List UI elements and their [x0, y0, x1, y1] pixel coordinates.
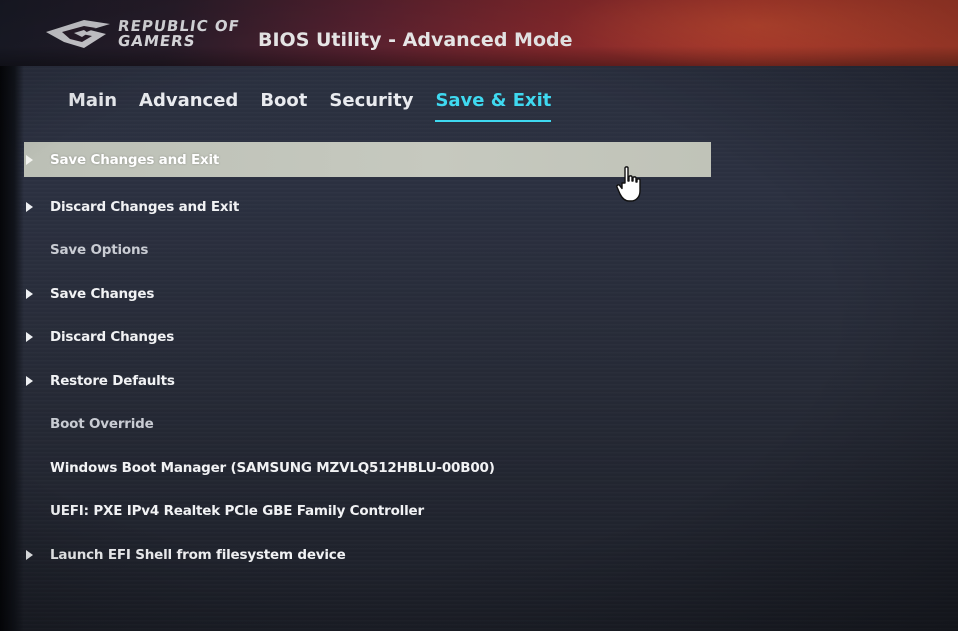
rog-eye-icon — [46, 20, 110, 48]
section-header-label: Boot Override — [50, 416, 154, 433]
menu-item-label: Save Changes — [50, 285, 155, 302]
app-title: BIOS Utility - Advanced Mode — [258, 29, 573, 51]
tab-main[interactable]: Main — [68, 90, 117, 122]
submenu-arrow-icon — [26, 201, 33, 212]
submenu-arrow-icon — [26, 549, 33, 560]
rog-logo: REPUBLIC OF GAMERS — [44, 14, 244, 56]
monitor-bezel — [0, 0, 24, 631]
submenu-arrow-icon — [26, 154, 33, 165]
section-header-save-options: Save Options — [24, 229, 711, 273]
boot-option-uefi-pxe[interactable]: UEFI: PXE IPv4 Realtek PCIe GBE Family C… — [24, 490, 711, 534]
section-header-boot-override: Boot Override — [24, 403, 711, 447]
bios-screen: REPUBLIC OF GAMERS BIOS Utility - Advanc… — [0, 0, 958, 631]
menu-item-save-changes-and-exit[interactable]: Save Changes and Exit — [24, 142, 711, 177]
menu-item-save-changes[interactable]: Save Changes — [24, 272, 711, 316]
menu-item-label: Launch EFI Shell from filesystem device — [50, 546, 346, 563]
menu-item-label: Restore Defaults — [50, 372, 175, 389]
hand-pointer-icon — [616, 166, 641, 202]
menu-item-label: Discard Changes — [50, 329, 175, 346]
submenu-arrow-icon — [26, 332, 33, 343]
tab-security[interactable]: Security — [329, 90, 413, 122]
section-header-label: Save Options — [50, 242, 149, 259]
tab-boot[interactable]: Boot — [260, 90, 307, 122]
menu-item-label: Save Changes and Exit — [50, 151, 220, 168]
submenu-arrow-icon — [26, 375, 33, 386]
save-exit-menu: Save Changes and Exit Discard Changes an… — [24, 142, 711, 577]
menu-item-discard-changes[interactable]: Discard Changes — [24, 316, 711, 360]
menu-item-launch-efi-shell[interactable]: Launch EFI Shell from filesystem device — [24, 533, 711, 577]
menu-item-discard-changes-and-exit[interactable]: Discard Changes and Exit — [24, 185, 711, 229]
brand-line-2: GAMERS — [116, 32, 197, 50]
menu-item-restore-defaults[interactable]: Restore Defaults — [24, 359, 711, 403]
submenu-arrow-icon — [26, 288, 33, 299]
header-bar: REPUBLIC OF GAMERS BIOS Utility - Advanc… — [0, 0, 958, 70]
boot-option-windows-boot-manager[interactable]: Windows Boot Manager (SAMSUNG MZVLQ512HB… — [24, 446, 711, 490]
header-glow — [560, 0, 958, 70]
menu-item-label: Discard Changes and Exit — [50, 198, 240, 215]
menu-item-label: Windows Boot Manager (SAMSUNG MZVLQ512HB… — [50, 459, 495, 476]
tab-save-exit[interactable]: Save & Exit — [435, 90, 552, 122]
tab-advanced[interactable]: Advanced — [139, 90, 238, 122]
menu-item-label: UEFI: PXE IPv4 Realtek PCIe GBE Family C… — [50, 503, 424, 520]
tab-bar: Main Advanced Boot Security Save & Exit — [68, 90, 552, 122]
